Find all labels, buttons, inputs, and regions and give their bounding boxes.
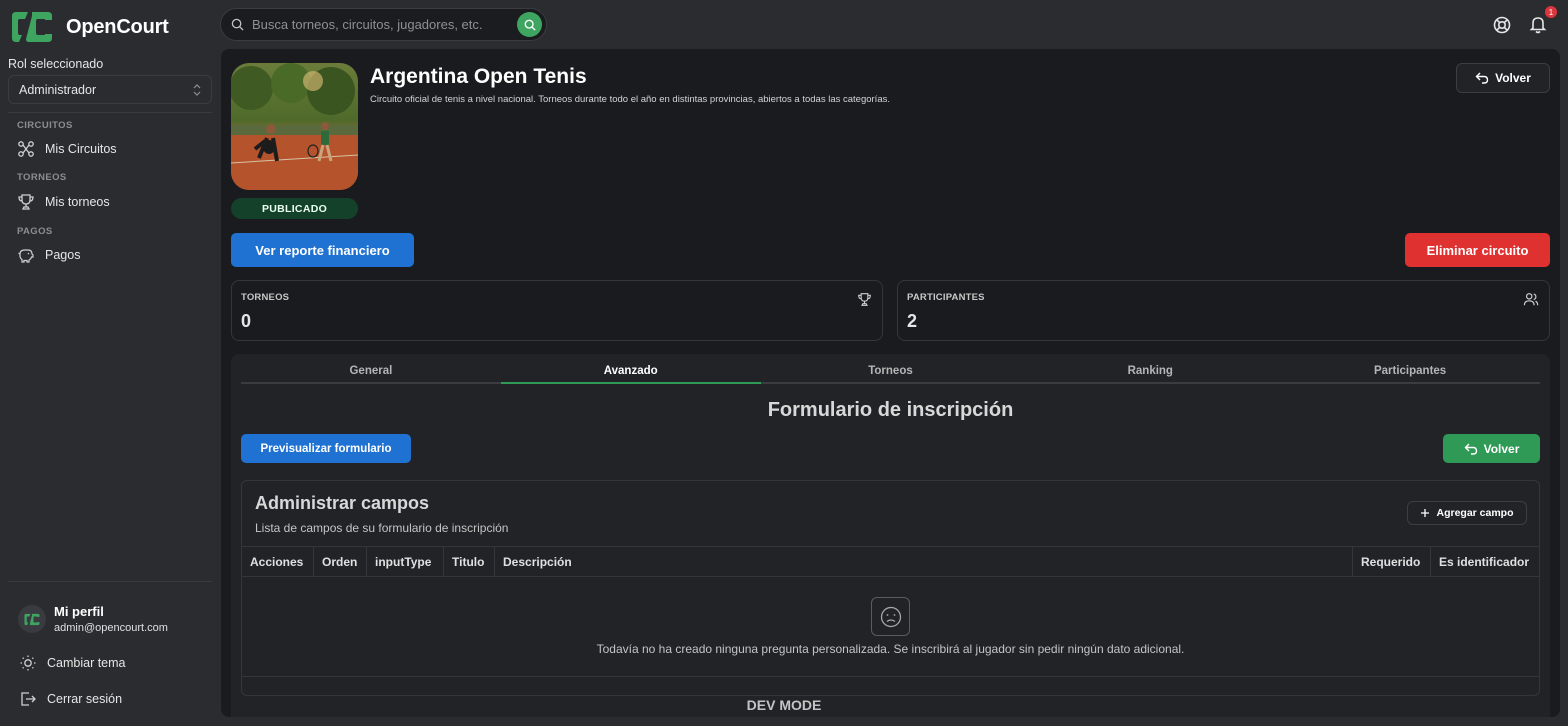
form-back-label: Volver [1483, 441, 1520, 456]
dev-mode-label: DEV MODE [746, 697, 822, 713]
column-header[interactable]: Descripción [495, 547, 1353, 576]
section-label-pagos: PAGOS [17, 226, 53, 237]
column-header[interactable]: Titulo [444, 547, 495, 576]
form-title: Formulario de inscripción [767, 399, 1014, 421]
search-input[interactable] [252, 17, 517, 32]
stat-card-torneos: TORNEOS 0 [231, 280, 883, 341]
preview-form-button[interactable]: Previsualizar formulario [241, 434, 411, 463]
column-header[interactable]: inputType [367, 547, 444, 576]
notification-badge: 1 [1545, 6, 1557, 18]
plus-icon [1421, 509, 1430, 517]
help-button[interactable] [1492, 15, 1512, 35]
undo-arrow-icon [1475, 72, 1489, 84]
circuit-description: Circuito oficial de tenis a nivel nacion… [370, 94, 890, 105]
tab-avanzado[interactable]: Avanzado [500, 362, 761, 384]
sidebar-item-label: Pagos [45, 248, 81, 262]
sad-face-glyph [880, 606, 901, 627]
profile-email: admin@opencourt.com [54, 622, 168, 634]
fields-subtitle: Lista de campos de su formulario de insc… [255, 521, 509, 535]
empty-message: Todavía no ha creado ninguna pregunta pe… [596, 642, 1185, 656]
avatar [18, 605, 46, 633]
column-header[interactable]: Acciones [242, 547, 314, 576]
bell-icon [1529, 17, 1547, 34]
table-header: Acciones Orden inputType Titulo Descripc… [242, 546, 1539, 577]
chevron-up-down-icon [193, 83, 201, 96]
role-select[interactable]: Administrador [8, 75, 212, 104]
form-back-button[interactable]: Volver [1443, 434, 1540, 463]
app-logo[interactable]: OpenCourt [8, 10, 169, 44]
sidebar-item-label: Mis torneos [45, 195, 110, 209]
sidebar-item-label: Mis Circuitos [45, 142, 117, 156]
notifications-button[interactable] [1528, 14, 1548, 34]
stat-value: 0 [241, 311, 252, 331]
page-title: Argentina Open Tenis [370, 65, 587, 88]
users-icon [1523, 293, 1539, 306]
add-field-label: Agregar campo [1436, 507, 1514, 519]
trophy-icon [858, 293, 871, 306]
fields-title: Administrar campos [255, 493, 430, 513]
tab-bar: General Avanzado Torneos Ranking Partici… [241, 362, 1540, 384]
role-label: Rol seleccionado [8, 57, 104, 71]
role-select-value: Administrador [19, 82, 97, 97]
sidebar-bottom-divider [8, 581, 212, 582]
profile-block[interactable]: Mi perfil admin@opencourt.com [18, 604, 168, 634]
delete-circuit-button[interactable]: Eliminar circuito [1405, 233, 1550, 267]
status-badge: PUBLICADO [231, 198, 358, 219]
tennis-photo [231, 63, 358, 190]
section-label-circuitos: CIRCUITOS [17, 120, 73, 131]
sidebar-item-pagos[interactable]: Pagos [17, 246, 80, 264]
stat-label: TORNEOS [241, 292, 290, 303]
financial-report-button[interactable]: Ver reporte financiero [231, 233, 414, 267]
tab-torneos[interactable]: Torneos [761, 362, 1021, 382]
main-panel: PUBLICADO Argentina Open Tenis Circuito … [221, 49, 1560, 717]
sad-face-icon [871, 597, 910, 636]
sidebar-divider [8, 112, 212, 113]
profile-name: Mi perfil [54, 604, 104, 619]
sidebar-item-mis-torneos[interactable]: Mis torneos [17, 193, 110, 211]
trophy-icon [18, 194, 34, 210]
tabs-card: General Avanzado Torneos Ranking Partici… [231, 354, 1550, 717]
search-button[interactable] [517, 12, 542, 37]
search-icon [231, 18, 244, 31]
change-theme-button[interactable]: Cambiar tema [19, 654, 126, 672]
column-header[interactable]: Es identificador [1431, 547, 1539, 576]
sun-icon [20, 655, 36, 671]
stat-label: PARTICIPANTES [907, 292, 985, 303]
empty-state: Todavía no ha creado ninguna pregunta pe… [242, 577, 1539, 677]
fields-card: Administrar campos Lista de campos de su… [241, 480, 1540, 696]
add-field-button[interactable]: Agregar campo [1407, 501, 1527, 525]
tab-participantes[interactable]: Participantes [1280, 362, 1540, 382]
app-name: OpenCourt [66, 15, 169, 38]
undo-arrow-icon [1464, 443, 1477, 455]
column-header[interactable]: Requerido [1353, 547, 1431, 576]
lifebuoy-icon [1493, 16, 1511, 34]
stat-card-participantes: PARTICIPANTES 2 [897, 280, 1550, 341]
circuit-icon [18, 141, 34, 157]
stat-value: 2 [907, 311, 918, 331]
search-bar [220, 8, 547, 41]
back-button[interactable]: Volver [1456, 63, 1550, 93]
sidebar-item-mis-circuitos[interactable]: Mis Circuitos [17, 140, 117, 158]
change-theme-label: Cambiar tema [47, 656, 126, 670]
opencourt-logo-icon [12, 12, 52, 42]
tab-ranking[interactable]: Ranking [1020, 362, 1280, 382]
piggy-bank-icon [18, 249, 34, 263]
circuit-image [231, 63, 358, 190]
search-icon [524, 19, 536, 31]
back-button-label: Volver [1495, 71, 1531, 85]
section-label-torneos: TORNEOS [17, 172, 67, 183]
opencourt-logo-icon [24, 613, 40, 625]
tab-general[interactable]: General [241, 362, 501, 382]
column-header[interactable]: Orden [314, 547, 367, 576]
